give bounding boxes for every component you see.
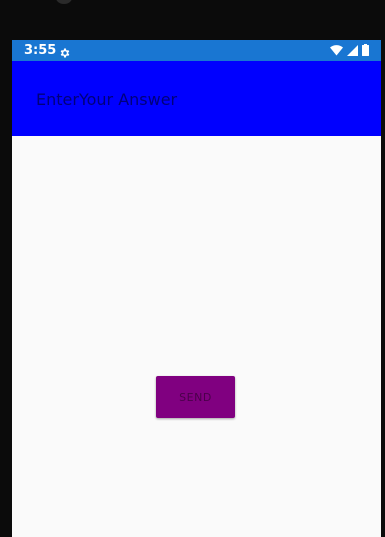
content-area: SEND (12, 136, 381, 537)
wifi-icon (330, 44, 343, 56)
app-title: EnterYour Answer (36, 90, 178, 109)
status-bar: 3:55 (12, 40, 381, 61)
cell-signal-icon (347, 44, 358, 56)
status-icons (330, 44, 369, 56)
gear-icon (59, 44, 71, 58)
device-frame: 3:55 EnterYour Answer SEND (0, 0, 385, 537)
front-camera (56, 0, 72, 4)
status-time: 3:55 (24, 43, 57, 58)
app-screen: 3:55 EnterYour Answer SEND (12, 40, 381, 537)
app-bar: EnterYour Answer (12, 61, 381, 136)
send-button[interactable]: SEND (156, 376, 235, 418)
battery-icon (362, 44, 369, 56)
